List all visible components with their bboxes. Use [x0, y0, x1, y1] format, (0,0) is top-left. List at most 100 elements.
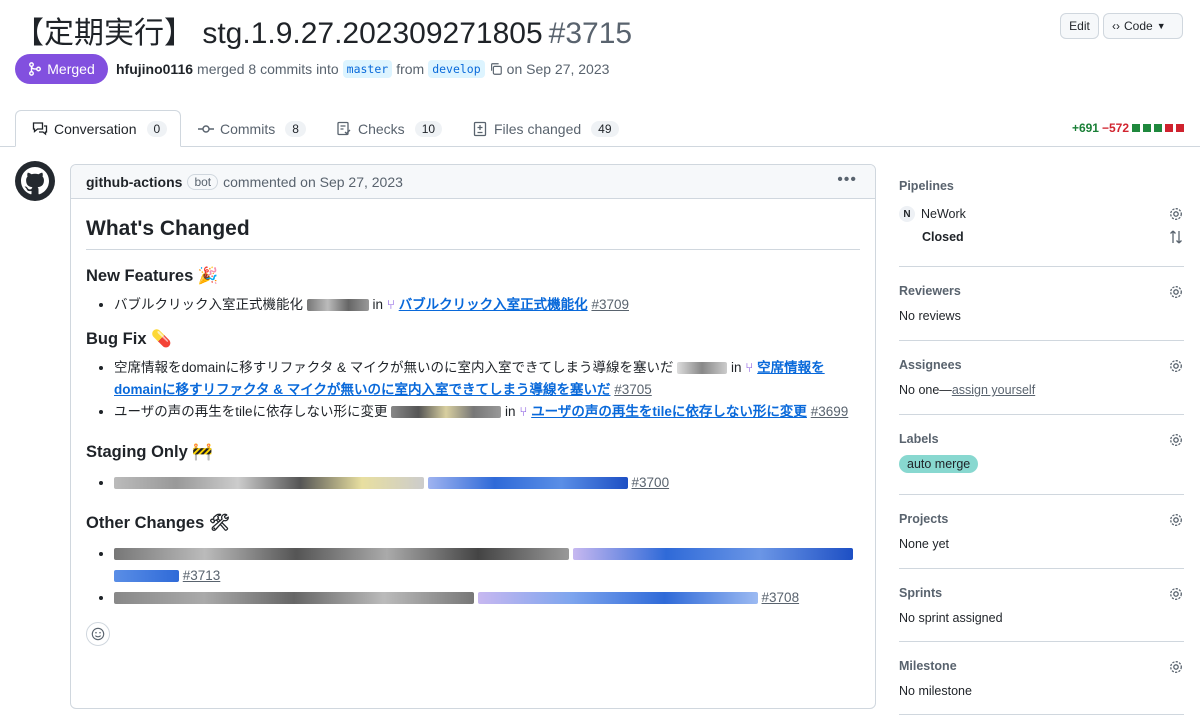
pr-number: #3715: [548, 17, 633, 50]
head-branch[interactable]: develop: [428, 60, 485, 78]
milestone-title: Milestone: [899, 659, 957, 673]
pr-title: 【定期実行】 stg.1.9.27.202309271805 #3715: [14, 8, 632, 52]
sidebar-sprints: Sprints No sprint assigned: [899, 586, 1184, 626]
pr-number-link[interactable]: #3713: [183, 568, 221, 583]
sidebar-divider: [899, 494, 1184, 495]
gear-icon[interactable]: [1168, 586, 1184, 602]
projects-value: None yet: [899, 537, 950, 551]
comment-heading: What's Changed: [86, 217, 860, 250]
assignees-value: No one—assign yourself: [899, 383, 1184, 397]
redacted-text: [114, 548, 569, 561]
item-in: in: [505, 404, 516, 419]
sidebar-divider: [899, 266, 1184, 267]
tab-conversation[interactable]: Conversation 0: [15, 110, 181, 147]
pr-merged-icon: ⑂: [386, 297, 395, 312]
list-item: バブルクリック入室正式機能化 in ⑂ バブルクリック入室正式機能化 #3709: [114, 294, 860, 316]
tab-label: Conversation: [54, 120, 137, 137]
comment-body: What's Changed New Features 🎉 バブルクリック入室正…: [71, 217, 875, 646]
sidebar-divider: [899, 414, 1184, 415]
sidebar-divider: [899, 641, 1184, 642]
assignees-title: Assignees: [899, 358, 962, 372]
code-button[interactable]: ‹› Code ▼: [1103, 13, 1183, 39]
kebab-menu-icon[interactable]: •••: [837, 171, 857, 189]
gear-icon[interactable]: [1168, 432, 1184, 448]
git-commit-icon: [198, 124, 214, 133]
tab-commits[interactable]: Commits 8: [198, 110, 306, 147]
gear-icon[interactable]: [1168, 659, 1184, 675]
reviewers-title: Reviewers: [899, 284, 961, 298]
add-reaction-button[interactable]: [86, 622, 110, 646]
redacted-author: [306, 299, 369, 312]
diffstat-block: [1176, 124, 1184, 132]
workspace-name: NeWork: [921, 207, 966, 221]
pr-number-link[interactable]: #3708: [762, 590, 800, 605]
assignees-prefix: No one—: [899, 383, 952, 397]
checklist-icon: [337, 121, 351, 135]
author-link[interactable]: hfujino0116: [116, 61, 193, 77]
arrow-switch-icon[interactable]: [1168, 229, 1184, 245]
sprints-title: Sprints: [899, 586, 943, 600]
tab-files-changed[interactable]: Files changed 49: [472, 110, 619, 147]
tab-checks[interactable]: Checks 10: [336, 110, 443, 147]
pipelines-title: Pipelines: [899, 179, 954, 193]
projects-title: Projects: [899, 512, 949, 526]
pr-number-link[interactable]: #3700: [632, 475, 670, 490]
gear-icon[interactable]: [1168, 512, 1184, 528]
caret-down-icon: ▼: [1156, 21, 1166, 31]
item-text: 空席情報をdomainに移すリファクタ & マイクが無いのに室内入室できてしまう…: [114, 360, 674, 375]
labels-list: auto merge: [899, 455, 1184, 473]
tab-count: 49: [591, 120, 619, 137]
redacted-link: [114, 570, 179, 583]
tab-count: 0: [146, 120, 168, 137]
label-auto-merge[interactable]: auto merge: [899, 455, 979, 473]
workspace-avatar: N: [899, 206, 915, 222]
bot-badge: bot: [187, 173, 219, 190]
sidebar-reviewers: Reviewers No reviews: [899, 284, 1184, 324]
gear-icon[interactable]: [1168, 358, 1184, 374]
item-in: in: [372, 297, 384, 312]
tab-label: Commits: [220, 120, 276, 137]
base-branch[interactable]: master: [342, 60, 393, 78]
diffstat-block: [1154, 124, 1162, 132]
milestone-value: No milestone: [899, 684, 972, 698]
file-diff-icon: [473, 121, 487, 136]
comment-header: github-actions bot commented on Sep 27, …: [71, 165, 875, 199]
pr-number-link[interactable]: #3709: [591, 297, 629, 312]
merge-date: on Sep 27, 2023: [506, 61, 610, 77]
redacted-link: [572, 548, 853, 561]
redacted-author: [677, 362, 728, 375]
gear-icon[interactable]: [1168, 284, 1184, 300]
sidebar-divider: [899, 714, 1184, 715]
pr-number-link[interactable]: #3699: [811, 404, 849, 419]
sidebar-labels: Labels auto merge: [899, 432, 1184, 476]
comment-author[interactable]: github-actions: [86, 174, 182, 190]
copy-icon[interactable]: [489, 62, 503, 76]
features-list: バブルクリック入室正式機能化 in ⑂ バブルクリック入室正式機能化 #3709: [86, 294, 860, 316]
sidebar-pipelines: Pipelines N NeWork Closed: [899, 179, 1184, 249]
github-actions-avatar[interactable]: [15, 161, 55, 201]
pr-link-cont[interactable]: domainに移すリファクタ & マイクが無いのに室内入室できてしまう導線を塞い…: [114, 382, 610, 397]
pr-link[interactable]: ユーザの声の再生をtileに依存しない形に変更: [531, 404, 807, 419]
item-text: ユーザの声の再生をtileに依存しない形に変更: [114, 404, 388, 419]
list-item: 空席情報を domainに移すリファクタ & マイクが無いのに室内入室できてしまう…: [114, 357, 860, 401]
labels-title: Labels: [899, 432, 939, 446]
redacted-text: [114, 592, 474, 605]
gear-icon[interactable]: [1168, 206, 1184, 222]
code-icon: ‹›: [1112, 19, 1120, 33]
pr-meta: hfujino0116 merged 8 commits into master…: [116, 60, 609, 78]
edit-button[interactable]: Edit: [1060, 13, 1099, 39]
sidebar-assignees: Assignees No one—assign yourself: [899, 358, 1184, 398]
comment-meta[interactable]: commented on Sep 27, 2023: [223, 174, 403, 190]
pr-link[interactable]: バブルクリック入室正式機能化: [399, 297, 588, 312]
comment-card: github-actions bot commented on Sep 27, …: [70, 164, 876, 709]
pr-number-link[interactable]: #3705: [614, 382, 652, 397]
sidebar-divider: [899, 340, 1184, 341]
diffstat-block: [1143, 124, 1151, 132]
pr-link[interactable]: 空席情報を: [757, 360, 825, 375]
tab-count: 10: [414, 120, 443, 137]
redacted-link: [477, 592, 758, 605]
section-staging-only: Staging Only 🚧: [86, 443, 213, 461]
tab-label: Checks: [358, 120, 405, 137]
github-mark-icon: [21, 167, 49, 195]
assign-yourself-link[interactable]: assign yourself: [952, 383, 1035, 397]
